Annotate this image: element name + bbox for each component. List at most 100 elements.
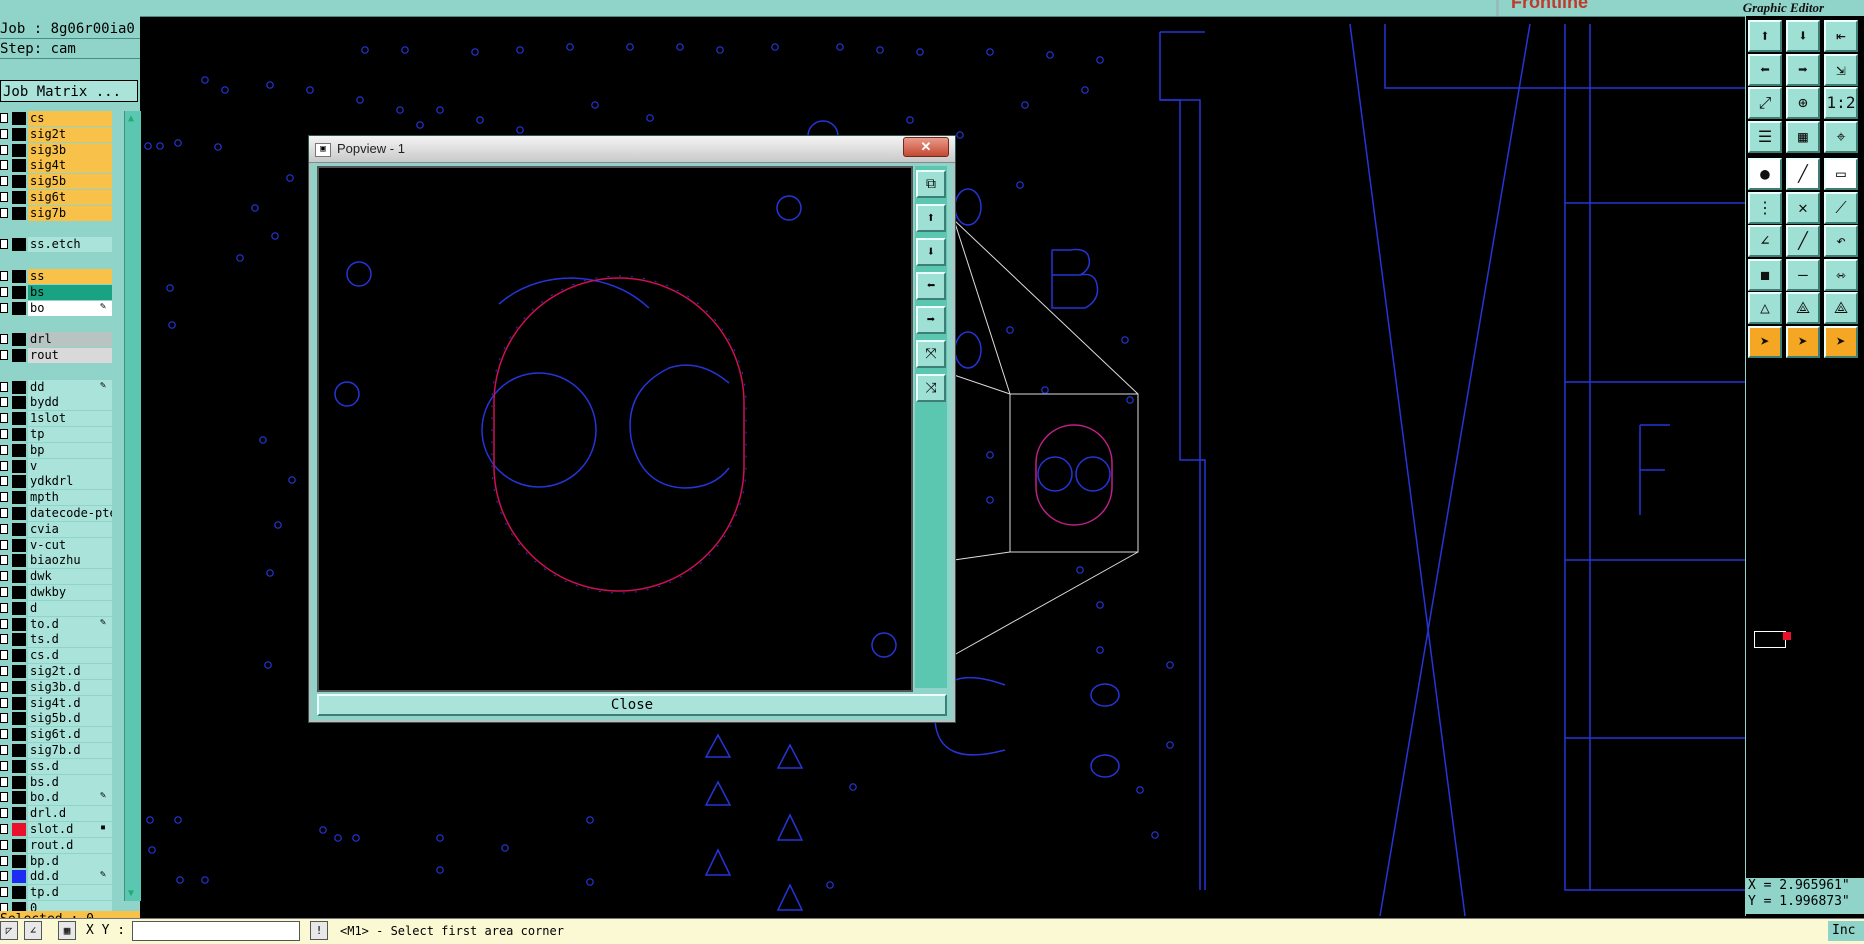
layer-checkbox[interactable] — [0, 128, 8, 139]
popview-window[interactable]: ▣ Popview - 1 ✕ ⧉ ⬆ ⬇ ⬅ ➡ ⤧ ⤨ Close — [308, 135, 956, 723]
layer-name[interactable]: rout — [28, 348, 112, 363]
layer-name[interactable]: dwkby — [28, 585, 112, 600]
layer-row[interactable]: drl.d — [0, 806, 124, 822]
layer-name[interactable]: bp.d — [28, 853, 112, 869]
layer-color-swatch[interactable] — [12, 886, 26, 900]
trim-icon[interactable]: — — [1786, 258, 1820, 291]
layer-color-swatch[interactable] — [12, 554, 26, 568]
layer-row[interactable]: bo.d ✎ — [0, 790, 124, 806]
layer-row[interactable] — [0, 222, 124, 237]
snap-icon[interactable]: ◸ — [0, 921, 18, 940]
layer-name[interactable]: ydkdrl — [28, 474, 112, 490]
layer-row[interactable]: rout.d — [0, 837, 124, 853]
angle-icon[interactable]: ∠ — [24, 921, 42, 940]
layer-color-swatch[interactable] — [12, 775, 26, 789]
layer-name[interactable]: datecode-pte — [28, 506, 112, 521]
layer-color-swatch[interactable] — [12, 459, 26, 473]
layer-color-swatch[interactable] — [12, 680, 26, 694]
popview-canvas[interactable] — [317, 166, 913, 692]
layer-row[interactable]: tp — [0, 427, 124, 442]
layer-color-swatch[interactable] — [12, 175, 26, 189]
layer-name[interactable]: ss.etch — [28, 237, 112, 253]
snap-icon[interactable]: ⌖ — [1824, 120, 1858, 153]
layer-color-swatch[interactable] — [12, 649, 26, 663]
pan-left-icon[interactable]: ⬅ — [1748, 53, 1782, 86]
layer-checkbox[interactable] — [0, 476, 8, 487]
layer-checkbox[interactable] — [0, 334, 8, 345]
layer-row[interactable]: cs — [0, 111, 124, 126]
layer-name[interactable]: ts.d — [28, 632, 112, 648]
layer-color-swatch[interactable] — [12, 838, 26, 852]
layer-row[interactable]: bp — [0, 442, 124, 458]
layer-color-swatch[interactable] — [12, 428, 26, 441]
layer-color-swatch[interactable] — [12, 491, 26, 505]
layer-row[interactable]: v — [0, 458, 124, 474]
layer-checkbox[interactable] — [0, 776, 8, 787]
layer-checkbox[interactable] — [0, 634, 8, 645]
pad-icon[interactable]: ◼ — [1748, 258, 1782, 291]
layer-row[interactable]: sig4t.d — [0, 695, 124, 711]
zoom-in-icon[interactable]: ⤧ — [916, 340, 946, 368]
zoom-window-icon[interactable]: ⧉ — [916, 170, 946, 198]
layer-name[interactable]: drl — [28, 332, 112, 348]
layer-name[interactable]: sig3b — [28, 142, 112, 158]
scale-icon[interactable]: 1:2 — [1824, 87, 1858, 119]
layer-checkbox[interactable] — [0, 745, 8, 755]
layer-name[interactable]: biaozhu — [28, 553, 112, 569]
measure-line-icon[interactable]: ╱ — [1786, 158, 1820, 190]
layer-checkbox[interactable] — [0, 713, 8, 724]
delta2-icon[interactable]: ⟁ — [1786, 292, 1820, 324]
layer-checkbox[interactable] — [0, 239, 8, 250]
layer-color-swatch[interactable] — [12, 601, 26, 615]
layer-row[interactable]: sig5b — [0, 174, 124, 190]
job-matrix-button[interactable]: Job Matrix ... — [0, 80, 138, 102]
layer-name[interactable]: cs.d — [28, 648, 112, 664]
layer-name[interactable]: cs — [28, 111, 112, 126]
layer-name[interactable]: mpth — [28, 490, 112, 506]
layer-color-swatch[interactable] — [12, 507, 26, 520]
layer-row[interactable]: sig2t — [0, 126, 124, 142]
layer-color-swatch[interactable] — [12, 696, 26, 710]
layer-color-swatch[interactable] — [12, 333, 26, 347]
layer-name[interactable]: v-cut — [28, 537, 112, 553]
layer-row[interactable]: v-cut — [0, 537, 124, 553]
layer-color-swatch[interactable] — [12, 538, 26, 552]
node-icon[interactable]: ⟋ — [1824, 191, 1858, 224]
layer-checkbox[interactable] — [0, 286, 8, 297]
pan-right-icon[interactable]: ➡ — [916, 306, 946, 334]
layer-name[interactable]: sig4t — [28, 158, 112, 174]
layer-name[interactable]: 1slot — [28, 411, 112, 427]
layer-row[interactable]: ts.d — [0, 632, 124, 648]
layer-row[interactable]: bo ✎ — [0, 300, 124, 316]
scroll-down-icon[interactable]: ▼ — [128, 888, 134, 899]
layer-row[interactable]: sig6t.d — [0, 727, 124, 743]
layer-color-swatch[interactable] — [12, 854, 26, 868]
select-add-icon[interactable]: ➤ — [1786, 325, 1820, 358]
delta3-icon[interactable]: ⟁ — [1824, 292, 1858, 324]
layer-checkbox[interactable] — [0, 160, 8, 171]
layer-checkbox[interactable] — [0, 539, 8, 550]
layer-checkbox[interactable] — [0, 492, 8, 503]
layer-checkbox[interactable] — [0, 587, 8, 597]
layer-row[interactable]: datecode-pte — [0, 506, 124, 521]
select-sub-icon[interactable]: ➤ — [1824, 325, 1858, 358]
layer-row[interactable]: to.d ✎ — [0, 616, 124, 632]
layer-color-swatch[interactable] — [12, 349, 26, 362]
grid-icon[interactable]: ▦ — [58, 921, 76, 940]
layer-checkbox[interactable] — [0, 666, 8, 676]
undo-icon[interactable]: ↶ — [1824, 225, 1858, 257]
layer-color-swatch[interactable] — [12, 412, 26, 426]
zoom-out-icon[interactable]: ⤨ — [916, 374, 946, 402]
layer-checkbox[interactable] — [0, 508, 8, 518]
layer-checkbox[interactable] — [0, 681, 8, 692]
layer-name[interactable]: dwk — [28, 569, 112, 585]
layer-row[interactable]: ss — [0, 269, 124, 284]
layer-row[interactable]: drl — [0, 332, 124, 348]
layer-name[interactable]: ss — [28, 269, 112, 284]
layer-checkbox[interactable] — [0, 176, 8, 187]
layer-checkbox[interactable] — [0, 808, 8, 819]
layer-row[interactable]: sig6t — [0, 190, 124, 205]
layer-checkbox[interactable] — [0, 697, 8, 708]
layer-checkbox[interactable] — [0, 429, 8, 439]
layer-row[interactable]: bp.d — [0, 853, 124, 869]
